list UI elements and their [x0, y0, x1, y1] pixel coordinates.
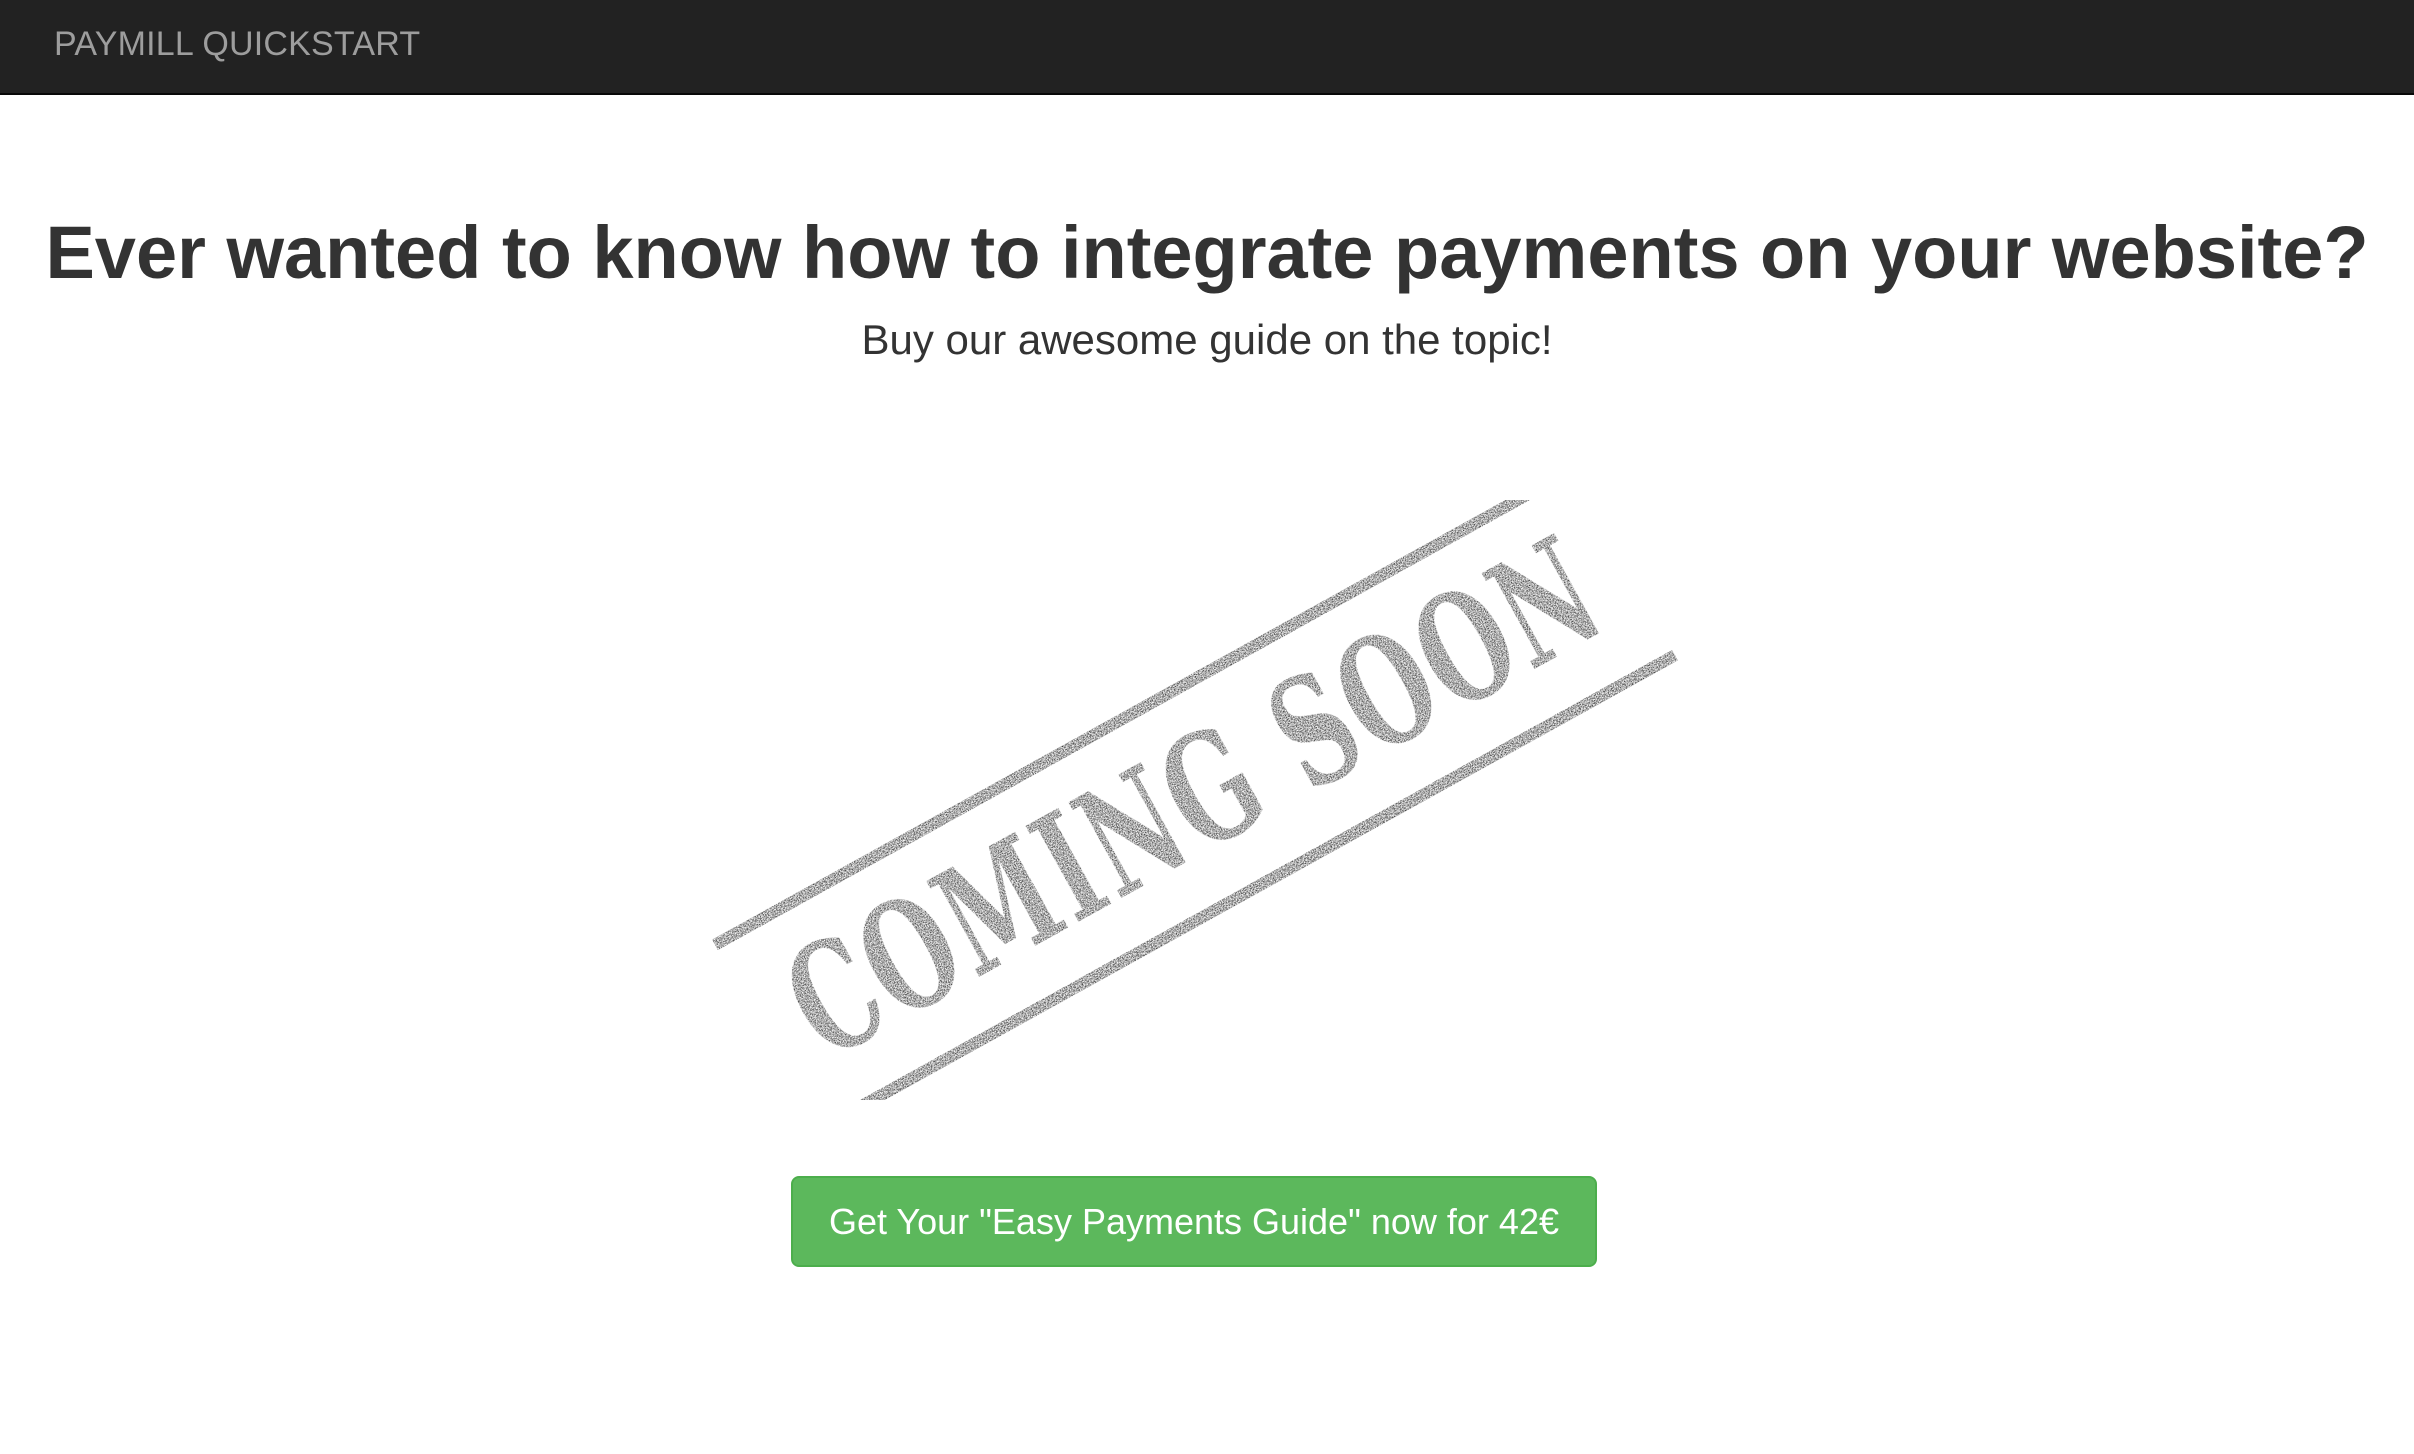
- top-navbar: PAYMILL QUICKSTART: [0, 0, 2414, 95]
- page-subheadline: Buy our awesome guide on the topic!: [861, 316, 1553, 363]
- stamp-text: COMING SOON: [758, 503, 1630, 1093]
- page-headline: Ever wanted to know how to integrate pay…: [45, 211, 2369, 294]
- coming-soon-stamp-image: COMING SOON: [712, 500, 1678, 1100]
- brand-link[interactable]: PAYMILL QUICKSTART: [54, 22, 420, 66]
- buy-guide-button[interactable]: Get Your "Easy Payments Guide" now for 4…: [791, 1176, 1597, 1267]
